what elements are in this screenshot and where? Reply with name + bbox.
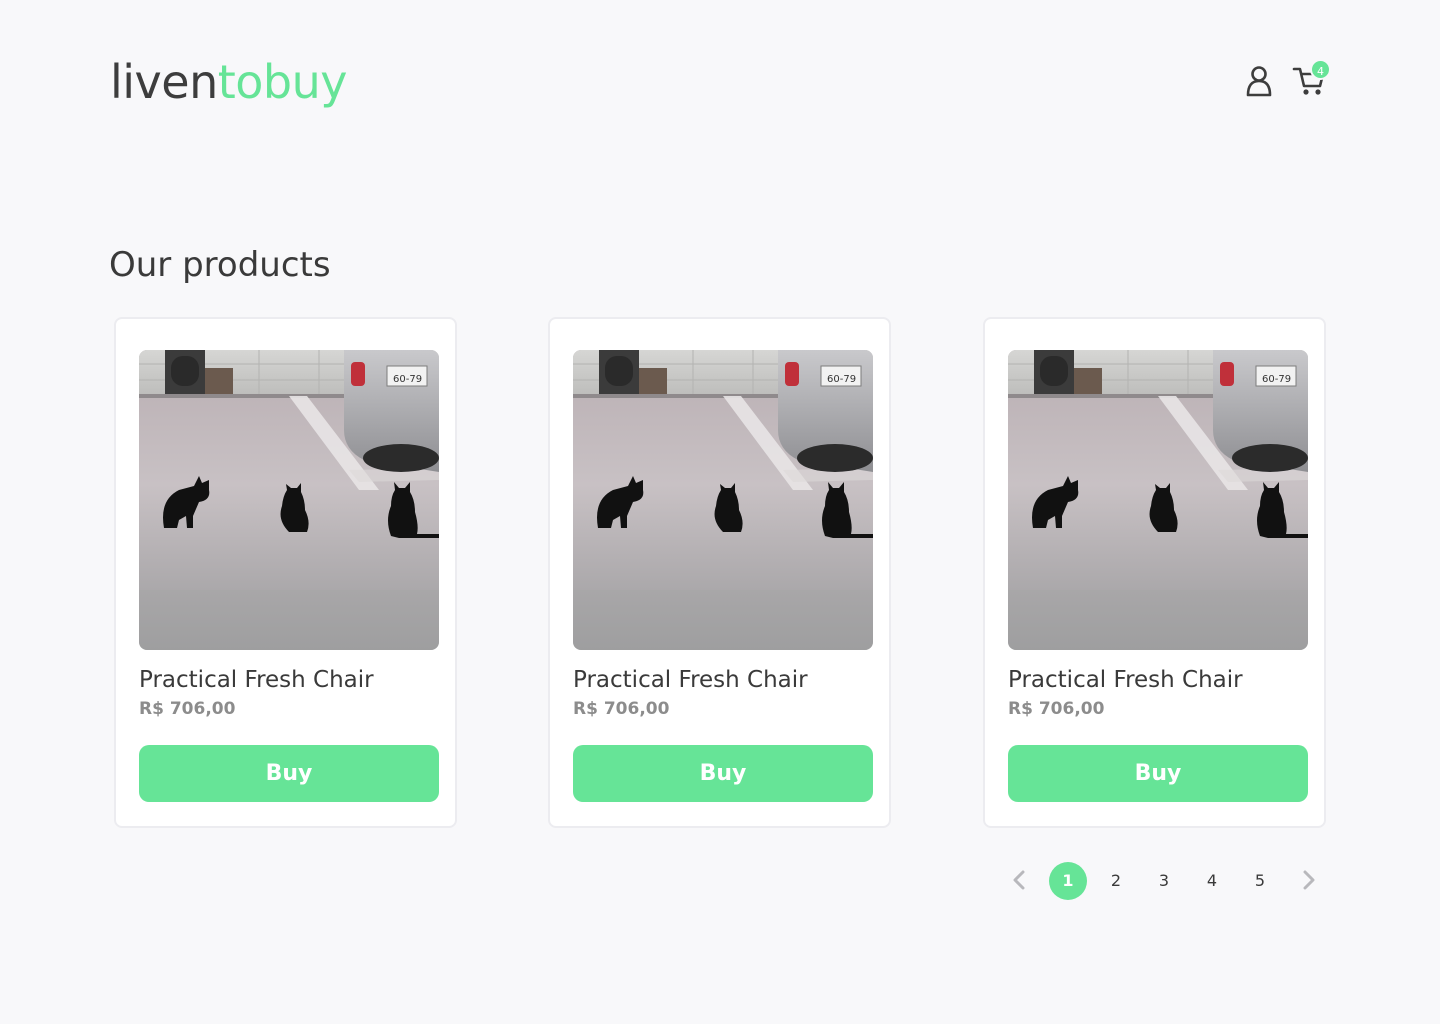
brand-logo-part2: tobuy xyxy=(217,55,348,109)
product-card: Practical Fresh Chair R$ 706,00 Buy xyxy=(114,317,457,828)
product-name: Practical Fresh Chair xyxy=(139,667,374,693)
pagination: 1 2 3 4 5 xyxy=(1002,860,1332,904)
product-price: R$ 706,00 xyxy=(573,699,670,719)
page-5[interactable]: 5 xyxy=(1241,862,1279,900)
product-image[interactable] xyxy=(573,350,873,650)
page-1[interactable]: 1 xyxy=(1049,862,1087,900)
product-image[interactable] xyxy=(139,350,439,650)
page-title: Our products xyxy=(109,245,331,285)
product-name: Practical Fresh Chair xyxy=(1008,667,1243,693)
product-card: Practical Fresh Chair R$ 706,00 Buy xyxy=(983,317,1326,828)
page-2[interactable]: 2 xyxy=(1097,862,1135,900)
page-3[interactable]: 3 xyxy=(1145,862,1183,900)
chevron-right-icon[interactable] xyxy=(1296,868,1320,892)
chevron-left-icon[interactable] xyxy=(1008,868,1032,892)
product-card: Practical Fresh Chair R$ 706,00 Buy xyxy=(548,317,891,828)
header-actions: 4 xyxy=(1240,59,1340,102)
brand-logo-part1: liven xyxy=(110,55,218,109)
buy-button[interactable]: Buy xyxy=(139,745,439,802)
brand-logo[interactable]: liventobuy xyxy=(110,52,348,112)
product-price: R$ 706,00 xyxy=(139,699,236,719)
product-name: Practical Fresh Chair xyxy=(573,667,808,693)
product-image[interactable] xyxy=(1008,350,1308,650)
buy-button[interactable]: Buy xyxy=(1008,745,1308,802)
cart-count-badge: 4 xyxy=(1310,59,1331,80)
user-icon[interactable] xyxy=(1244,64,1274,98)
product-price: R$ 706,00 xyxy=(1008,699,1105,719)
buy-button[interactable]: Buy xyxy=(573,745,873,802)
page-4[interactable]: 4 xyxy=(1193,862,1231,900)
